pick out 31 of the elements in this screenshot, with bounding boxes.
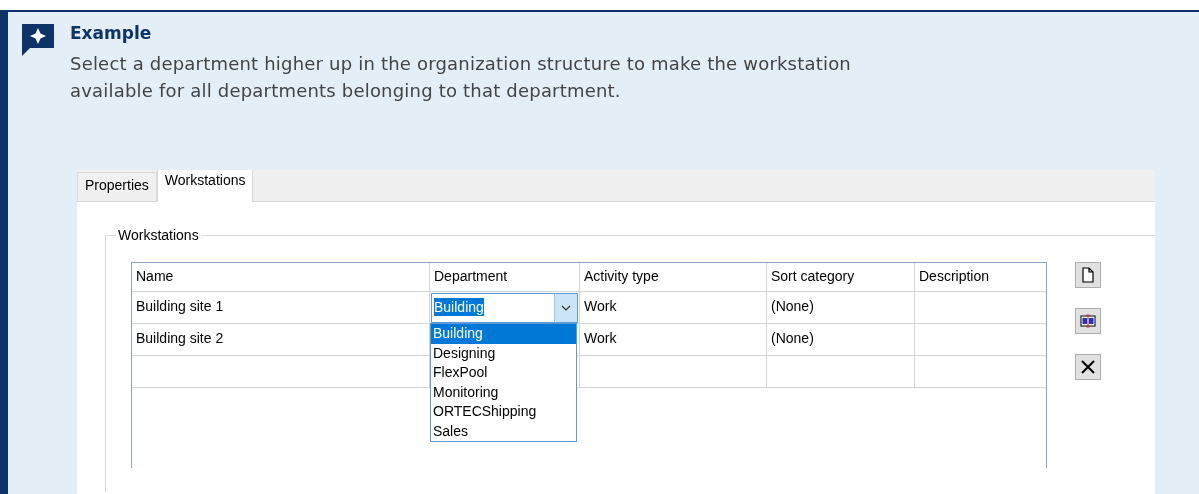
table-cell: (None) bbox=[771, 298, 814, 314]
table-cell: Work bbox=[584, 330, 617, 346]
rename-icon bbox=[1080, 313, 1096, 329]
column-header[interactable]: Name bbox=[132, 263, 430, 291]
chevron-down-icon bbox=[561, 305, 571, 311]
rename-button[interactable] bbox=[1075, 308, 1101, 334]
callout-text: Select a department higher up in the organization structure to make the workstation available for all departments belonging to that department. bbox=[70, 52, 852, 103]
dropdown-option[interactable]: Designing bbox=[431, 343, 576, 363]
table-cell: Building site 2 bbox=[136, 330, 224, 346]
dropdown-option[interactable]: Sales bbox=[431, 421, 576, 441]
table-cell: Building site 1 bbox=[136, 298, 224, 314]
dropdown-option[interactable]: Monitoring bbox=[431, 382, 576, 402]
delete-icon bbox=[1080, 359, 1096, 375]
tab[interactable]: Properties bbox=[77, 172, 157, 201]
group-title: Workstations bbox=[116, 227, 201, 243]
table-cell: Work bbox=[584, 298, 617, 314]
column-header[interactable]: Sort category bbox=[767, 263, 915, 291]
dropdown-option[interactable]: Building bbox=[431, 324, 576, 344]
new-button[interactable] bbox=[1075, 262, 1101, 288]
department-dropdown[interactable]: Building bbox=[431, 293, 578, 323]
dropdown-option[interactable]: FlexPool bbox=[431, 363, 576, 383]
column-header[interactable]: Description bbox=[915, 263, 1046, 291]
column-header[interactable]: Department bbox=[430, 263, 580, 291]
callout-title: Example bbox=[70, 23, 152, 43]
column-header[interactable]: Activity type bbox=[580, 263, 767, 291]
tab[interactable]: Workstations bbox=[156, 170, 254, 202]
dropdown-option[interactable]: ORTECShipping bbox=[431, 402, 576, 422]
sparkle-speech-icon bbox=[20, 22, 56, 58]
table-cell: (None) bbox=[771, 330, 814, 346]
delete-button[interactable] bbox=[1075, 354, 1101, 380]
new-document-icon bbox=[1080, 267, 1096, 283]
